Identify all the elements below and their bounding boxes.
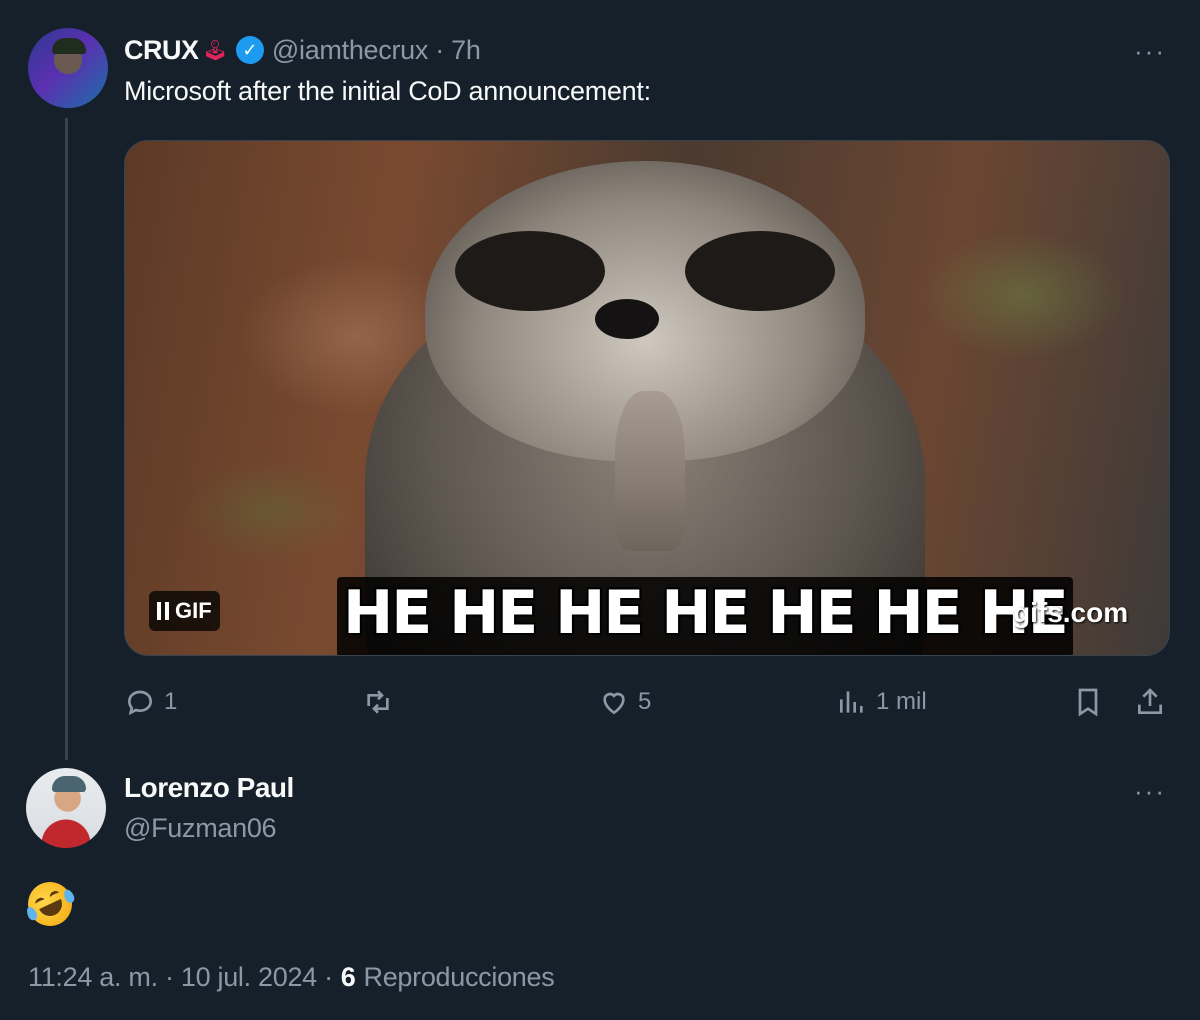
tweet-action-bar: 1 5 1 mil	[124, 682, 1170, 722]
author-avatar[interactable]	[28, 28, 108, 108]
reply-author-name[interactable]: Lorenzo Paul	[124, 768, 294, 808]
joystick-emoji-icon: 🕹	[202, 39, 228, 62]
bar-chart-icon	[840, 691, 863, 713]
reply-views-label: Reproducciones	[363, 962, 555, 992]
raccoon-eye-mask	[455, 231, 605, 311]
retweet-icon	[367, 690, 389, 714]
more-options-icon[interactable]: ···	[1134, 38, 1166, 64]
pause-icon	[157, 602, 169, 620]
bookmark-icon	[1078, 688, 1098, 717]
gif-media[interactable]: GIF HE HE HE HE HE HE HE gifs.com	[124, 140, 1170, 656]
views-button[interactable]: 1 mil	[836, 682, 927, 722]
heart-icon	[603, 692, 625, 715]
bookmark-button[interactable]	[1072, 682, 1104, 722]
views-count: 1 mil	[876, 688, 927, 715]
tweet-header: CRUX 🕹 ✓ @iamthecrux · 7h	[124, 30, 481, 70]
gif-watermark: gifs.com	[1013, 597, 1129, 628]
gif-badge-label: GIF	[175, 598, 212, 623]
reply-timestamp[interactable]: 11:24 a. m. · 10 jul. 2024 ·	[28, 962, 333, 993]
share-icon	[1138, 688, 1162, 714]
retweet-button[interactable]	[362, 682, 394, 722]
reply-more-options-icon[interactable]: ···	[1134, 778, 1166, 804]
gif-caption: HE HE HE HE HE HE HE	[337, 577, 1073, 655]
thread-connector-line	[65, 118, 68, 760]
reply-author-avatar[interactable]	[26, 768, 106, 848]
raccoon-nose	[595, 299, 659, 339]
like-count: 5	[638, 688, 652, 715]
verified-badge-icon: ✓	[235, 36, 264, 64]
reply-author-handle[interactable]: @Fuzman06	[124, 808, 294, 848]
gif-pause-button[interactable]: GIF	[149, 591, 220, 631]
rolling-on-floor-laughing-emoji-icon	[20, 874, 80, 934]
reply-button[interactable]: 1	[124, 682, 177, 722]
raccoon-hands	[615, 391, 685, 551]
reply-header: Lorenzo Paul @Fuzman06	[124, 768, 294, 848]
author-handle-time[interactable]: @iamthecrux · 7h	[272, 35, 481, 66]
reply-views-count: 6	[340, 962, 356, 992]
raccoon-eye-mask	[685, 231, 835, 311]
share-button[interactable]	[1134, 682, 1166, 722]
tweet-text: Microsoft after the initial CoD announce…	[124, 76, 651, 106]
reply-count: 1	[164, 688, 178, 715]
reply-meta: 11:24 a. m. · 10 jul. 2024 · 6 Reproducc…	[28, 962, 555, 993]
like-button[interactable]: 5	[598, 682, 651, 722]
author-name[interactable]: CRUX	[124, 35, 199, 66]
reply-icon	[127, 690, 153, 716]
